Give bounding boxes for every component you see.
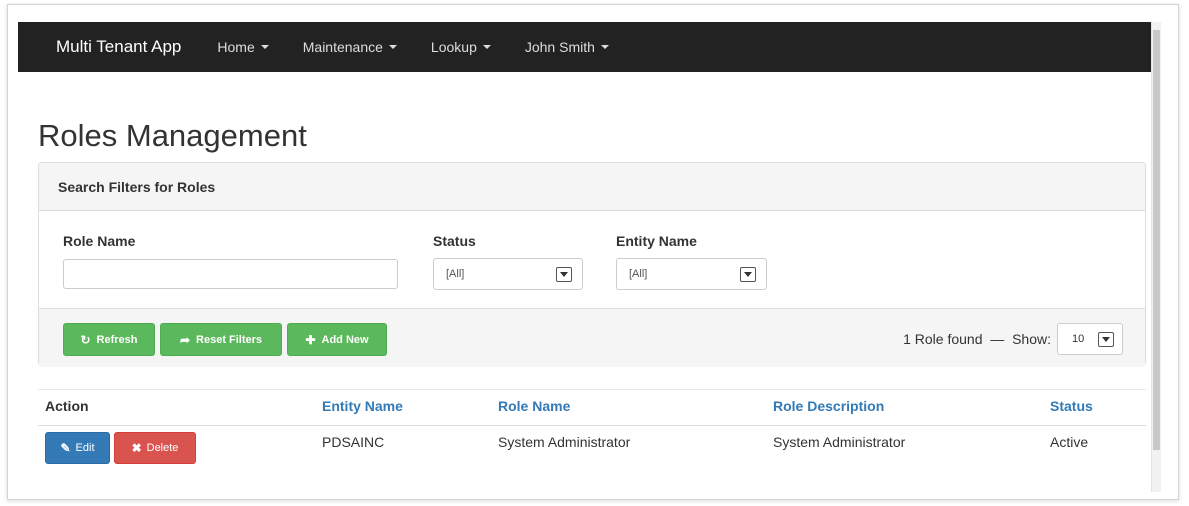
role-name-input[interactable] — [63, 259, 398, 289]
show-label: Show: — [1012, 331, 1051, 347]
chevron-down-icon — [740, 266, 756, 282]
refresh-button-label: Refresh — [96, 333, 138, 346]
found-text: 1 Role found — [903, 331, 983, 347]
caret-down-icon — [260, 45, 269, 49]
refresh-button[interactable]: ↻ Refresh — [63, 323, 155, 356]
brand-link[interactable]: Multi Tenant App — [56, 37, 181, 57]
header-action: Action — [45, 398, 89, 414]
add-new-button[interactable]: ✚ Add New — [287, 323, 387, 356]
vertical-scrollbar[interactable] — [1151, 22, 1161, 492]
nav-lookup-dropdown[interactable]: Lookup — [431, 39, 491, 55]
filters-body: Role Name Status [All] Entity Name [All] — [39, 211, 1145, 309]
status-select[interactable]: [All] — [433, 258, 583, 290]
entity-name-label: Entity Name — [616, 233, 697, 249]
nav-maintenance-dropdown[interactable]: Maintenance — [303, 39, 397, 55]
navbar: Multi Tenant App Home Maintenance Lookup… — [18, 22, 1158, 72]
reset-filters-button-label: Reset Filters — [196, 333, 263, 346]
caret-down-icon — [482, 45, 491, 49]
refresh-icon: ↻ — [80, 332, 91, 347]
header-role-description[interactable]: Role Description — [773, 398, 884, 414]
nav-home-dropdown[interactable]: Home — [217, 39, 269, 55]
table-header-divider — [38, 425, 1146, 426]
cell-role-name: System Administrator — [498, 434, 631, 450]
nav-home-label: Home — [217, 39, 255, 55]
delete-button-label: Delete — [146, 442, 179, 454]
results-count: 1 Role found — Show: — [903, 331, 1051, 347]
chevron-down-icon — [1098, 331, 1114, 347]
cell-entity-name: PDSAINC — [322, 434, 385, 450]
entity-selected-value: [All] — [629, 268, 648, 280]
cell-status: Active — [1050, 434, 1089, 450]
nav-maintenance-label: Maintenance — [302, 39, 383, 55]
role-name-label: Role Name — [63, 233, 136, 249]
chevron-down-icon — [556, 266, 572, 282]
nav-user-label: John Smith — [524, 39, 595, 55]
page-title: Roles Management — [38, 118, 307, 153]
reset-filters-button[interactable]: ➦ Reset Filters — [160, 323, 282, 356]
delete-button[interactable]: ✖ Delete — [114, 432, 196, 464]
header-role-name[interactable]: Role Name — [498, 398, 570, 414]
header-status[interactable]: Status — [1050, 398, 1093, 414]
edit-icon: ✎ — [60, 441, 71, 455]
nav-lookup-label: Lookup — [430, 39, 477, 55]
page-size-select[interactable]: 10 — [1057, 323, 1123, 355]
times-icon: ✖ — [131, 441, 142, 455]
share-arrow-icon: ➦ — [179, 332, 191, 347]
plus-icon: ✚ — [305, 332, 316, 347]
scrollbar-thumb[interactable] — [1153, 30, 1160, 450]
table-top-divider — [38, 389, 1146, 390]
header-entity-name[interactable]: Entity Name — [322, 398, 403, 414]
separator-dash: — — [990, 331, 1005, 347]
status-selected-value: [All] — [446, 268, 465, 280]
caret-down-icon — [600, 45, 609, 49]
cell-role-description: System Administrator — [773, 434, 906, 450]
nav-user-dropdown[interactable]: John Smith — [525, 39, 609, 55]
search-filters-panel: Search Filters for Roles Role Name Statu… — [38, 162, 1146, 367]
add-new-button-label: Add New — [321, 333, 369, 346]
page-size-value: 10 — [1072, 333, 1085, 345]
caret-down-icon — [388, 45, 397, 49]
panel-heading: Search Filters for Roles — [39, 163, 1145, 211]
panel-footer: ↻ Refresh ➦ Reset Filters ✚ Add New 1 Ro… — [39, 308, 1145, 367]
edit-button-label: Edit — [75, 442, 95, 454]
edit-button[interactable]: ✎ Edit — [45, 432, 110, 464]
entity-name-select[interactable]: [All] — [616, 258, 767, 290]
status-label: Status — [433, 233, 476, 249]
